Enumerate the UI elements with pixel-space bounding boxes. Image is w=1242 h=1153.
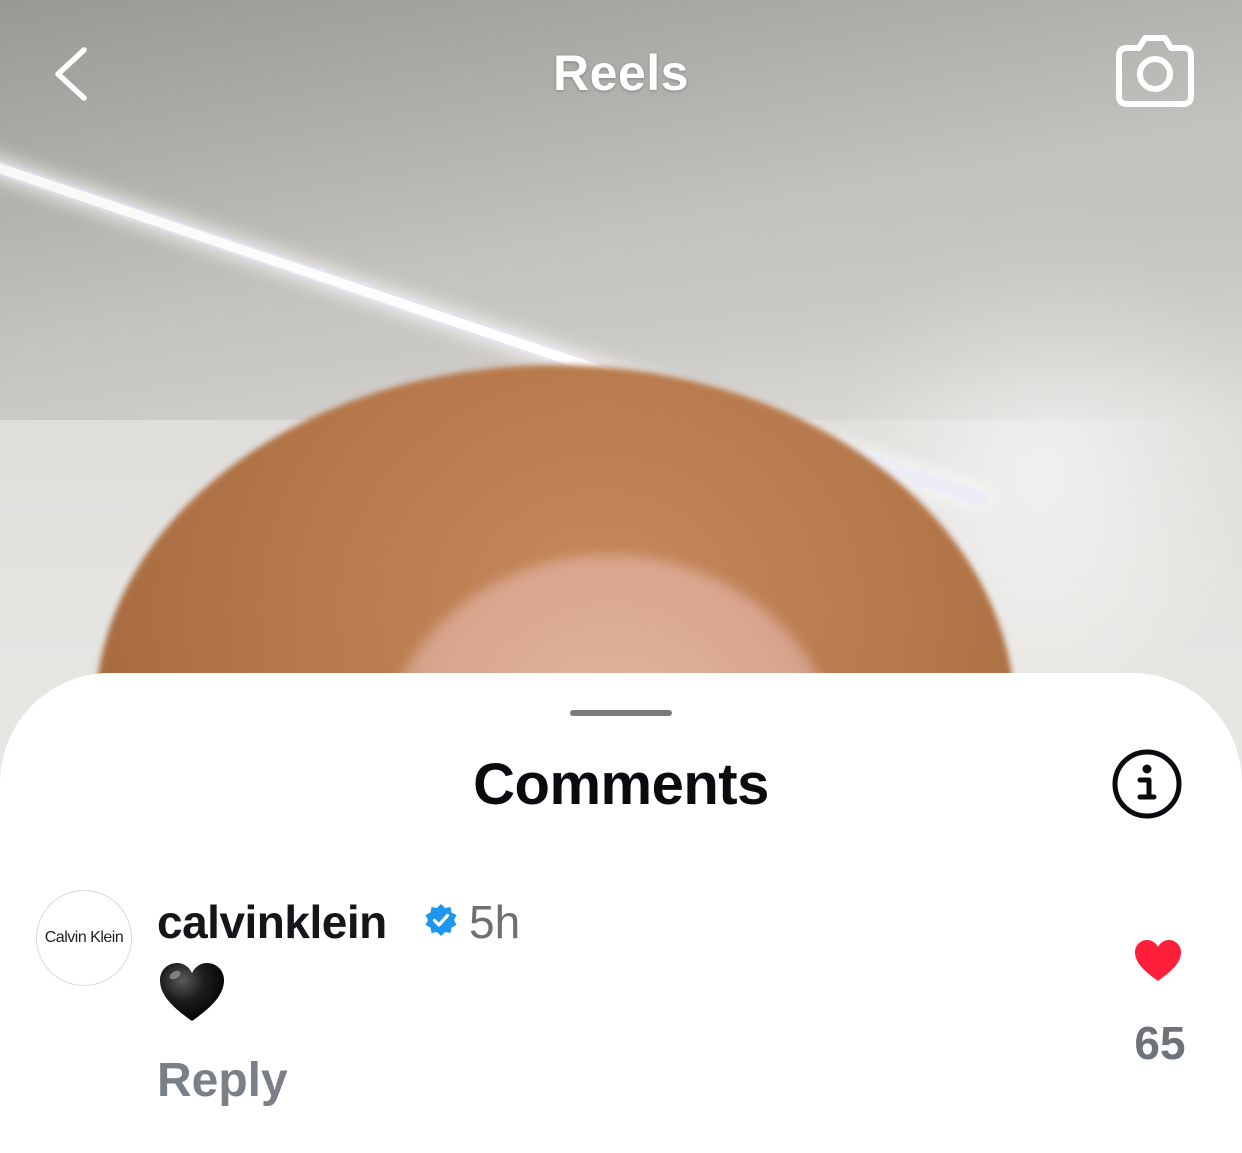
avatar[interactable]: Calvin Klein: [36, 890, 132, 986]
like-count: 65: [1134, 1017, 1186, 1069]
comment-item: Calvin Klein calvinklein 5h Reply 65: [0, 883, 1242, 1143]
sheet-grabber[interactable]: [570, 710, 672, 716]
comment-username[interactable]: calvinklein: [157, 895, 387, 949]
heart-icon[interactable]: [1133, 939, 1183, 983]
reply-button[interactable]: Reply: [157, 1053, 288, 1108]
comment-timestamp: 5h: [469, 896, 521, 948]
verified-badge-icon: [425, 904, 457, 936]
camera-icon[interactable]: [1115, 34, 1195, 108]
comments-sheet: Comments Calvin Klein calvinklein 5h Rep…: [0, 673, 1242, 1153]
page-title: Reels: [553, 45, 689, 101]
top-bar: Reels: [0, 0, 1242, 150]
sheet-title: Comments: [473, 752, 769, 817]
avatar-logo-text: Calvin Klein: [44, 929, 124, 946]
info-icon[interactable]: [1110, 747, 1184, 821]
black-heart-emoji: [160, 963, 224, 1021]
